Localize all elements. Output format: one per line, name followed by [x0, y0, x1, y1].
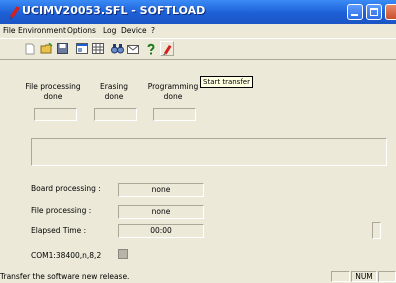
menu-device[interactable]: Device	[121, 26, 147, 35]
menu-environment[interactable]: Environment	[18, 26, 66, 35]
save-icon	[56, 43, 68, 54]
elapsed-time-value: 00:00	[118, 224, 204, 238]
close-button[interactable]	[385, 4, 396, 20]
step-label-line2: done	[104, 92, 124, 101]
minimize-icon	[351, 14, 358, 16]
step-label-line2: done	[43, 92, 63, 101]
new-file-button[interactable]	[23, 42, 37, 55]
table-icon	[92, 43, 104, 54]
help-icon	[147, 43, 155, 54]
file-processing-label: File processing :	[31, 206, 92, 215]
menu-log[interactable]: Log	[103, 26, 116, 35]
menu-help[interactable]: ?	[151, 26, 155, 35]
binoculars-icon	[110, 44, 124, 54]
step-erasing-label: Erasing done	[92, 82, 136, 102]
step-label-line1: Programming	[147, 82, 199, 91]
minimize-button[interactable]	[347, 4, 363, 20]
side-indicator	[372, 222, 381, 239]
step-programming-label: Programming done	[144, 82, 202, 102]
menu-options[interactable]: Options	[67, 26, 96, 35]
open-button[interactable]	[39, 42, 53, 55]
find-button[interactable]	[110, 42, 124, 55]
save-button[interactable]	[55, 42, 69, 55]
start-transfer-icon	[162, 44, 171, 55]
step-programming-indicator	[153, 108, 196, 121]
softload-logo-icon	[10, 6, 20, 19]
step-label-line1: Erasing	[100, 82, 128, 91]
mail-button[interactable]	[126, 42, 140, 55]
step-erasing-indicator	[94, 108, 137, 121]
maximize-button[interactable]	[366, 4, 382, 20]
start-transfer-tooltip: Start transfer	[200, 76, 253, 88]
status-panel-empty	[331, 271, 350, 282]
elapsed-time-label: Elapsed Time :	[31, 226, 87, 235]
board-processing-label: Board processing :	[31, 184, 101, 193]
step-file-processing-indicator	[34, 108, 77, 121]
status-text: Transfer the software new release.	[0, 272, 130, 281]
board-processing-value: none	[118, 183, 204, 197]
com-status-led	[118, 249, 128, 259]
menu-file[interactable]: File	[3, 26, 16, 35]
status-bar: Transfer the software new release. NUM	[0, 271, 396, 283]
progress-panel	[31, 138, 387, 166]
title-bar[interactable]: UCIMV20053.SFL - SOFTLOAD	[0, 0, 396, 24]
start-transfer-button[interactable]	[160, 41, 174, 56]
step-label-line2: done	[163, 92, 183, 101]
window-title: UCIMV20053.SFL - SOFTLOAD	[22, 4, 206, 17]
status-panel-empty-2	[378, 271, 396, 282]
file-processing-value: none	[118, 205, 204, 219]
menu-bar: File Environment Options Log Device ?	[0, 24, 396, 37]
new-file-icon	[25, 43, 35, 54]
maximize-icon	[370, 8, 378, 16]
open-folder-icon	[40, 43, 53, 54]
table-button[interactable]	[91, 42, 105, 55]
num-lock-indicator: NUM	[351, 271, 377, 282]
properties-button[interactable]	[75, 42, 89, 55]
com-settings: COM1:38400,n,8,2	[31, 251, 102, 260]
mail-icon	[127, 44, 139, 54]
step-label-line1: File processing	[25, 82, 81, 91]
step-file-processing-label: File processing done	[24, 82, 82, 102]
help-button[interactable]	[144, 42, 158, 55]
toolbar	[0, 38, 396, 60]
properties-icon	[76, 43, 88, 54]
